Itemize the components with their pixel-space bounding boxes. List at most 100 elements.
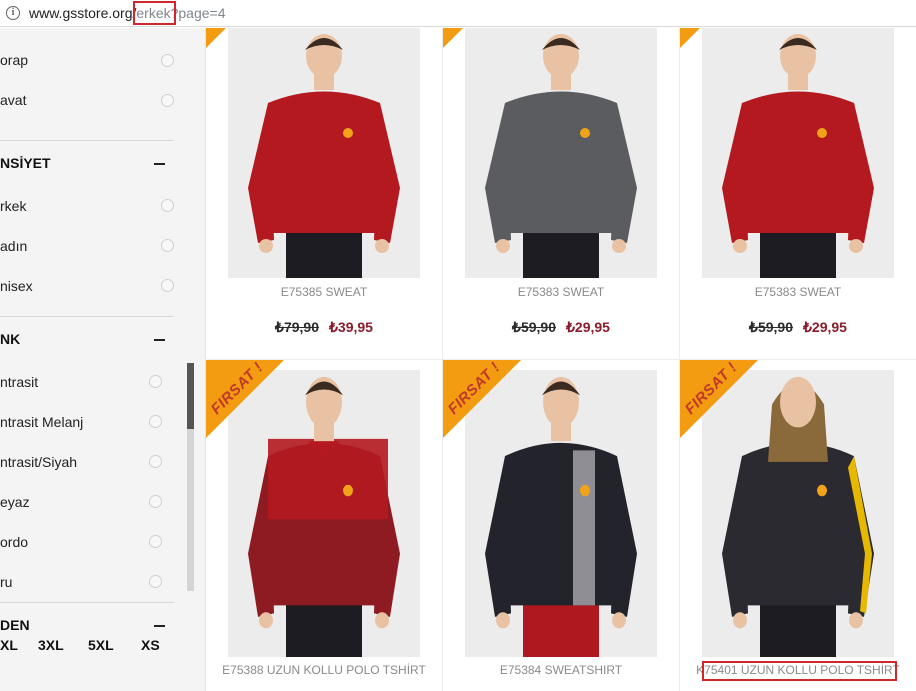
product-name[interactable]: E75385 SWEAT (206, 285, 442, 299)
firsat-ribbon: FIRSAT ! (443, 360, 521, 438)
filter-radio[interactable] (161, 94, 174, 107)
product-name[interactable]: E75383 SWEAT (443, 285, 679, 299)
pants-shape (286, 228, 362, 278)
size-option[interactable]: 3XL (38, 637, 64, 653)
filter-sidebar: orap avat NSİYET rkek adın nisex NK ntra… (0, 28, 206, 691)
divider (0, 140, 174, 141)
hand-shape (849, 612, 863, 629)
hand-shape (259, 239, 273, 253)
product-card[interactable]: FIRSAT ! K75401 UZUN KOLLU POLO TSHİRT (680, 360, 916, 690)
crest-icon (343, 484, 353, 497)
filter-radio[interactable] (161, 239, 174, 252)
crest-icon (817, 128, 827, 138)
size-option[interactable]: XS (141, 637, 160, 653)
stripe-panel (573, 450, 595, 606)
filter-option[interactable]: ntrasit Melanj (0, 414, 83, 430)
pants-shape (760, 228, 836, 278)
filter-option[interactable]: adın (0, 238, 27, 254)
hand-shape (612, 612, 626, 629)
crest-icon (580, 128, 590, 138)
product-figure (485, 34, 637, 278)
filter-option[interactable]: avat (0, 92, 26, 108)
pants-shape (760, 599, 836, 657)
product-card[interactable]: E75383 SWEAT ₺59,90 ₺29,95 (680, 28, 916, 358)
filter-radio[interactable] (149, 375, 162, 388)
collapse-icon[interactable] (154, 163, 165, 165)
filter-option[interactable]: eyaz (0, 494, 30, 510)
url-query: ?page=4 (170, 5, 226, 21)
url-host: www.gsstore.org/ (29, 5, 137, 21)
product-figure (248, 34, 400, 278)
collapse-icon[interactable] (154, 339, 165, 341)
new-price: ₺29,95 (803, 319, 847, 335)
product-image[interactable] (465, 28, 657, 278)
product-name[interactable]: E75384 SWEATSHIRT (443, 663, 679, 677)
scrollbar-thumb[interactable] (187, 363, 194, 429)
product-name[interactable]: E75383 SWEAT (680, 285, 916, 299)
filter-option[interactable]: rkek (0, 198, 26, 214)
garment-torso (497, 91, 625, 233)
url-highlight-box (133, 1, 176, 25)
filter-radio[interactable] (161, 54, 174, 67)
new-price: ₺39,95 (329, 319, 373, 335)
garment-torso (497, 442, 625, 606)
filter-option[interactable]: ordo (0, 534, 28, 550)
ribbon-corner (443, 28, 463, 48)
divider (0, 316, 174, 317)
filter-radio[interactable] (149, 535, 162, 548)
hand-shape (259, 612, 273, 629)
crest-icon (580, 484, 590, 497)
garment-torso (734, 442, 862, 606)
product-card[interactable]: E75385 SWEAT ₺79,90 ₺39,95 (206, 28, 442, 358)
hand-shape (496, 612, 510, 629)
hand-shape (849, 239, 863, 253)
filter-radio[interactable] (149, 495, 162, 508)
crest-icon (343, 128, 353, 138)
product-image[interactable] (228, 28, 420, 278)
firsat-ribbon: FIRSAT ! (206, 360, 284, 438)
product-image[interactable] (702, 28, 894, 278)
size-option[interactable]: 5XL (88, 637, 114, 653)
product-figure (722, 34, 874, 278)
filter-radio[interactable] (149, 455, 162, 468)
firsat-ribbon: FIRSAT ! (680, 360, 758, 438)
filter-option[interactable]: orap (0, 52, 28, 68)
old-price: ₺79,90 (275, 319, 319, 335)
address-bar[interactable]: i www.gsstore.org/erkek?page=4 (0, 0, 916, 27)
divider (0, 602, 174, 603)
product-card[interactable]: E75383 SWEAT ₺59,90 ₺29,95 (443, 28, 679, 358)
garment-torso (734, 91, 862, 233)
pants-shape (523, 228, 599, 278)
filter-option[interactable]: ntrasit/Siyah (0, 454, 77, 470)
filter-radio[interactable] (161, 199, 174, 212)
old-price: ₺59,90 (512, 319, 556, 335)
info-icon[interactable]: i (6, 6, 20, 20)
face-shape (780, 376, 816, 428)
ribbon-corner (206, 28, 226, 48)
filter-radio[interactable] (161, 279, 174, 292)
collapse-icon[interactable] (154, 625, 165, 627)
section-title-gender[interactable]: NSİYET (0, 155, 51, 171)
filter-radio[interactable] (149, 415, 162, 428)
product-name[interactable]: E75388 UZUN KOLLU POLO TSHİRT (206, 663, 442, 677)
url-text[interactable]: www.gsstore.org/erkek?page=4 (29, 5, 226, 21)
pants-shape (286, 599, 362, 657)
filter-option[interactable]: nisex (0, 278, 33, 294)
garment-torso (260, 91, 388, 233)
hand-shape (612, 239, 626, 253)
size-option[interactable]: XL (0, 637, 18, 653)
product-name-highlight-box (702, 661, 897, 681)
hand-shape (496, 239, 510, 253)
section-title-color[interactable]: NK (0, 331, 20, 347)
new-price: ₺29,95 (566, 319, 610, 335)
product-card[interactable]: FIRSAT ! E75384 SWEATSHIRT (443, 360, 679, 690)
product-card[interactable]: FIRSAT ! E75388 UZUN KOLLU POLO TSHİRT (206, 360, 442, 690)
old-price: ₺59,90 (749, 319, 793, 335)
filter-radio[interactable] (149, 575, 162, 588)
hand-shape (375, 612, 389, 629)
filter-option[interactable]: ru (0, 574, 12, 590)
filter-option[interactable]: ntrasit (0, 374, 38, 390)
pants-shape (523, 599, 599, 657)
hand-shape (733, 239, 747, 253)
section-title-size[interactable]: DEN (0, 617, 30, 633)
